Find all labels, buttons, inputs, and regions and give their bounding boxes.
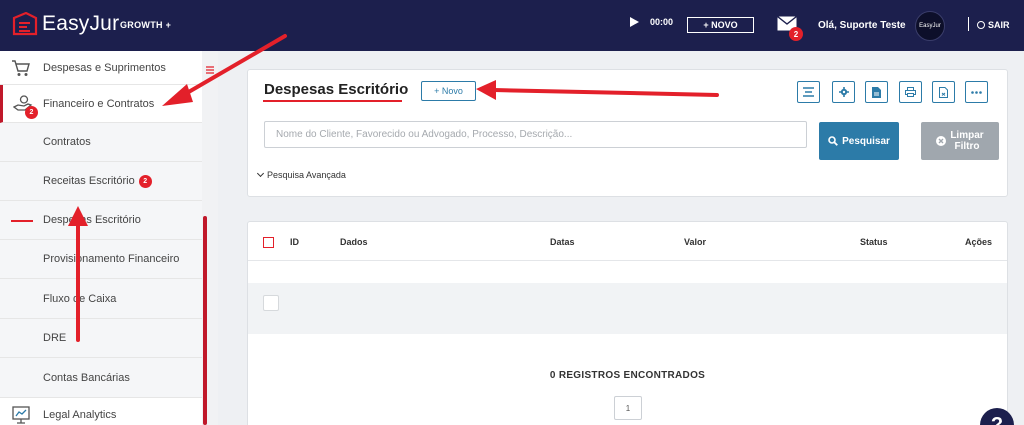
sidebar-item-label: Legal Analytics (43, 408, 117, 421)
sidebar-item-provisionamento[interactable]: Provisionamento Financeiro (0, 240, 202, 279)
sidebar-item-label: DRE (43, 332, 67, 344)
file-icon (872, 86, 881, 98)
power-icon (977, 21, 985, 29)
document-button[interactable] (865, 81, 888, 103)
export-button[interactable] (932, 81, 955, 103)
advanced-search-label: Pesquisa Avançada (267, 170, 346, 180)
timer[interactable]: 00:00 (630, 17, 673, 27)
easyjur-logo-icon (12, 12, 38, 36)
sidebar-item-despesas-escritorio[interactable]: Despesas Escritório (0, 201, 202, 240)
column-header-datas[interactable]: Datas (550, 237, 575, 247)
results-table: ID Dados Datas Valor Status Ações 0 REGI… (247, 221, 1008, 425)
search-icon (828, 136, 839, 146)
plan-label: GROWTH + (120, 20, 172, 30)
column-header-status[interactable]: Status (860, 237, 888, 247)
sidebar-item-fluxo-caixa[interactable]: Fluxo de Caixa (0, 279, 202, 319)
export-icon (939, 86, 948, 98)
pagination-page-1[interactable]: 1 (614, 396, 642, 420)
sidebar-scrollbar-thumb[interactable] (203, 216, 207, 425)
sidebar-item-dre[interactable]: DRE (0, 319, 202, 358)
clear-filter-line2: Filtro (954, 141, 980, 152)
column-header-id[interactable]: ID (290, 237, 299, 247)
advanced-search-toggle[interactable]: Pesquisa Avançada (256, 169, 346, 180)
sidebar-item-label: Despesas Escritório (43, 214, 141, 226)
financeiro-badge: 2 (25, 106, 38, 119)
brand-name: EasyJur (42, 12, 120, 35)
search-input[interactable] (264, 121, 807, 148)
more-icon (971, 90, 982, 94)
avatar[interactable]: EasyJur (915, 11, 945, 41)
search-button[interactable]: Pesquisar (819, 122, 899, 160)
header-divider (248, 260, 1007, 261)
print-icon (905, 87, 916, 97)
clear-filter-line1: Limpar (950, 130, 984, 141)
sidebar-item-financeiro-contratos[interactable]: 2 Financeiro e Contratos (0, 85, 202, 123)
logout-button[interactable]: SAIR (977, 20, 1010, 30)
top-new-button[interactable]: + NOVO (687, 17, 754, 33)
sidebar-item-label: Contratos (43, 136, 91, 148)
sidebar-item-label: Provisionamento Financeiro (43, 253, 180, 265)
logout-label: SAIR (988, 20, 1010, 30)
sidebar-item-label: Receitas Escritório (43, 175, 135, 187)
mail-badge: 2 (789, 27, 803, 41)
clear-filter-button[interactable]: Limpar Filtro (921, 122, 999, 160)
column-header-dados[interactable]: Dados (340, 237, 368, 247)
title-underline (263, 100, 402, 102)
help-icon: ? (990, 413, 1004, 425)
print-button[interactable] (899, 81, 922, 103)
sidebar-item-contas-bancarias[interactable]: Contas Bancárias (0, 358, 202, 398)
sidebar-item-label: Contas Bancárias (43, 371, 130, 384)
sidebar-item-despesas-suprimentos[interactable]: Despesas e Suprimentos (0, 51, 202, 85)
active-indicator (11, 220, 33, 222)
menu-collapse-icon[interactable] (206, 66, 214, 74)
avatar-text: EasyJur (919, 23, 941, 29)
search-button-label: Pesquisar (842, 135, 890, 147)
more-options-button[interactable] (965, 81, 988, 103)
select-all-checkbox[interactable] (263, 237, 274, 248)
row-checkbox[interactable] (263, 295, 279, 311)
column-header-acoes: Ações (965, 237, 993, 247)
chevron-down-icon (256, 169, 265, 178)
settings-icon (838, 87, 849, 97)
sidebar-item-label: Fluxo de Caixa (43, 292, 117, 305)
column-header-valor[interactable]: Valor (684, 237, 706, 247)
top-bar: EasyJur GROWTH + 00:00 + NOVO 2 Olá, Sup… (0, 0, 1024, 51)
sidebar-item-label: Despesas e Suprimentos (43, 61, 166, 74)
sidebar-item-receitas-escritorio[interactable]: Receitas Escritório 2 (0, 162, 202, 201)
search-panel: Despesas Escritório + Novo Pesquisar Lim… (247, 69, 1008, 197)
brand-logo[interactable]: EasyJur (12, 12, 119, 36)
settings-button[interactable] (832, 81, 855, 103)
columns-icon (803, 87, 814, 97)
close-circle-icon (936, 136, 947, 146)
analytics-icon (12, 405, 30, 424)
user-greeting: Olá, Suporte Teste (818, 20, 906, 31)
records-count: 0 REGISTROS ENCONTRADOS (549, 370, 706, 381)
columns-button[interactable] (797, 81, 820, 103)
sidebar-item-contratos[interactable]: Contratos (0, 123, 202, 162)
table-row (248, 283, 1007, 334)
new-expense-button[interactable]: + Novo (421, 81, 476, 101)
receitas-badge: 2 (138, 174, 152, 188)
play-icon[interactable] (630, 17, 639, 27)
clear-filter-label: Limpar Filtro (950, 130, 983, 152)
page-title: Despesas Escritório (264, 81, 409, 98)
sidebar-item-legal-analytics[interactable]: Legal Analytics (0, 398, 202, 425)
timer-value: 00:00 (650, 17, 674, 27)
divider (968, 17, 969, 31)
cart-icon (12, 59, 30, 76)
sidebar-item-label: Financeiro e Contratos (43, 97, 155, 110)
